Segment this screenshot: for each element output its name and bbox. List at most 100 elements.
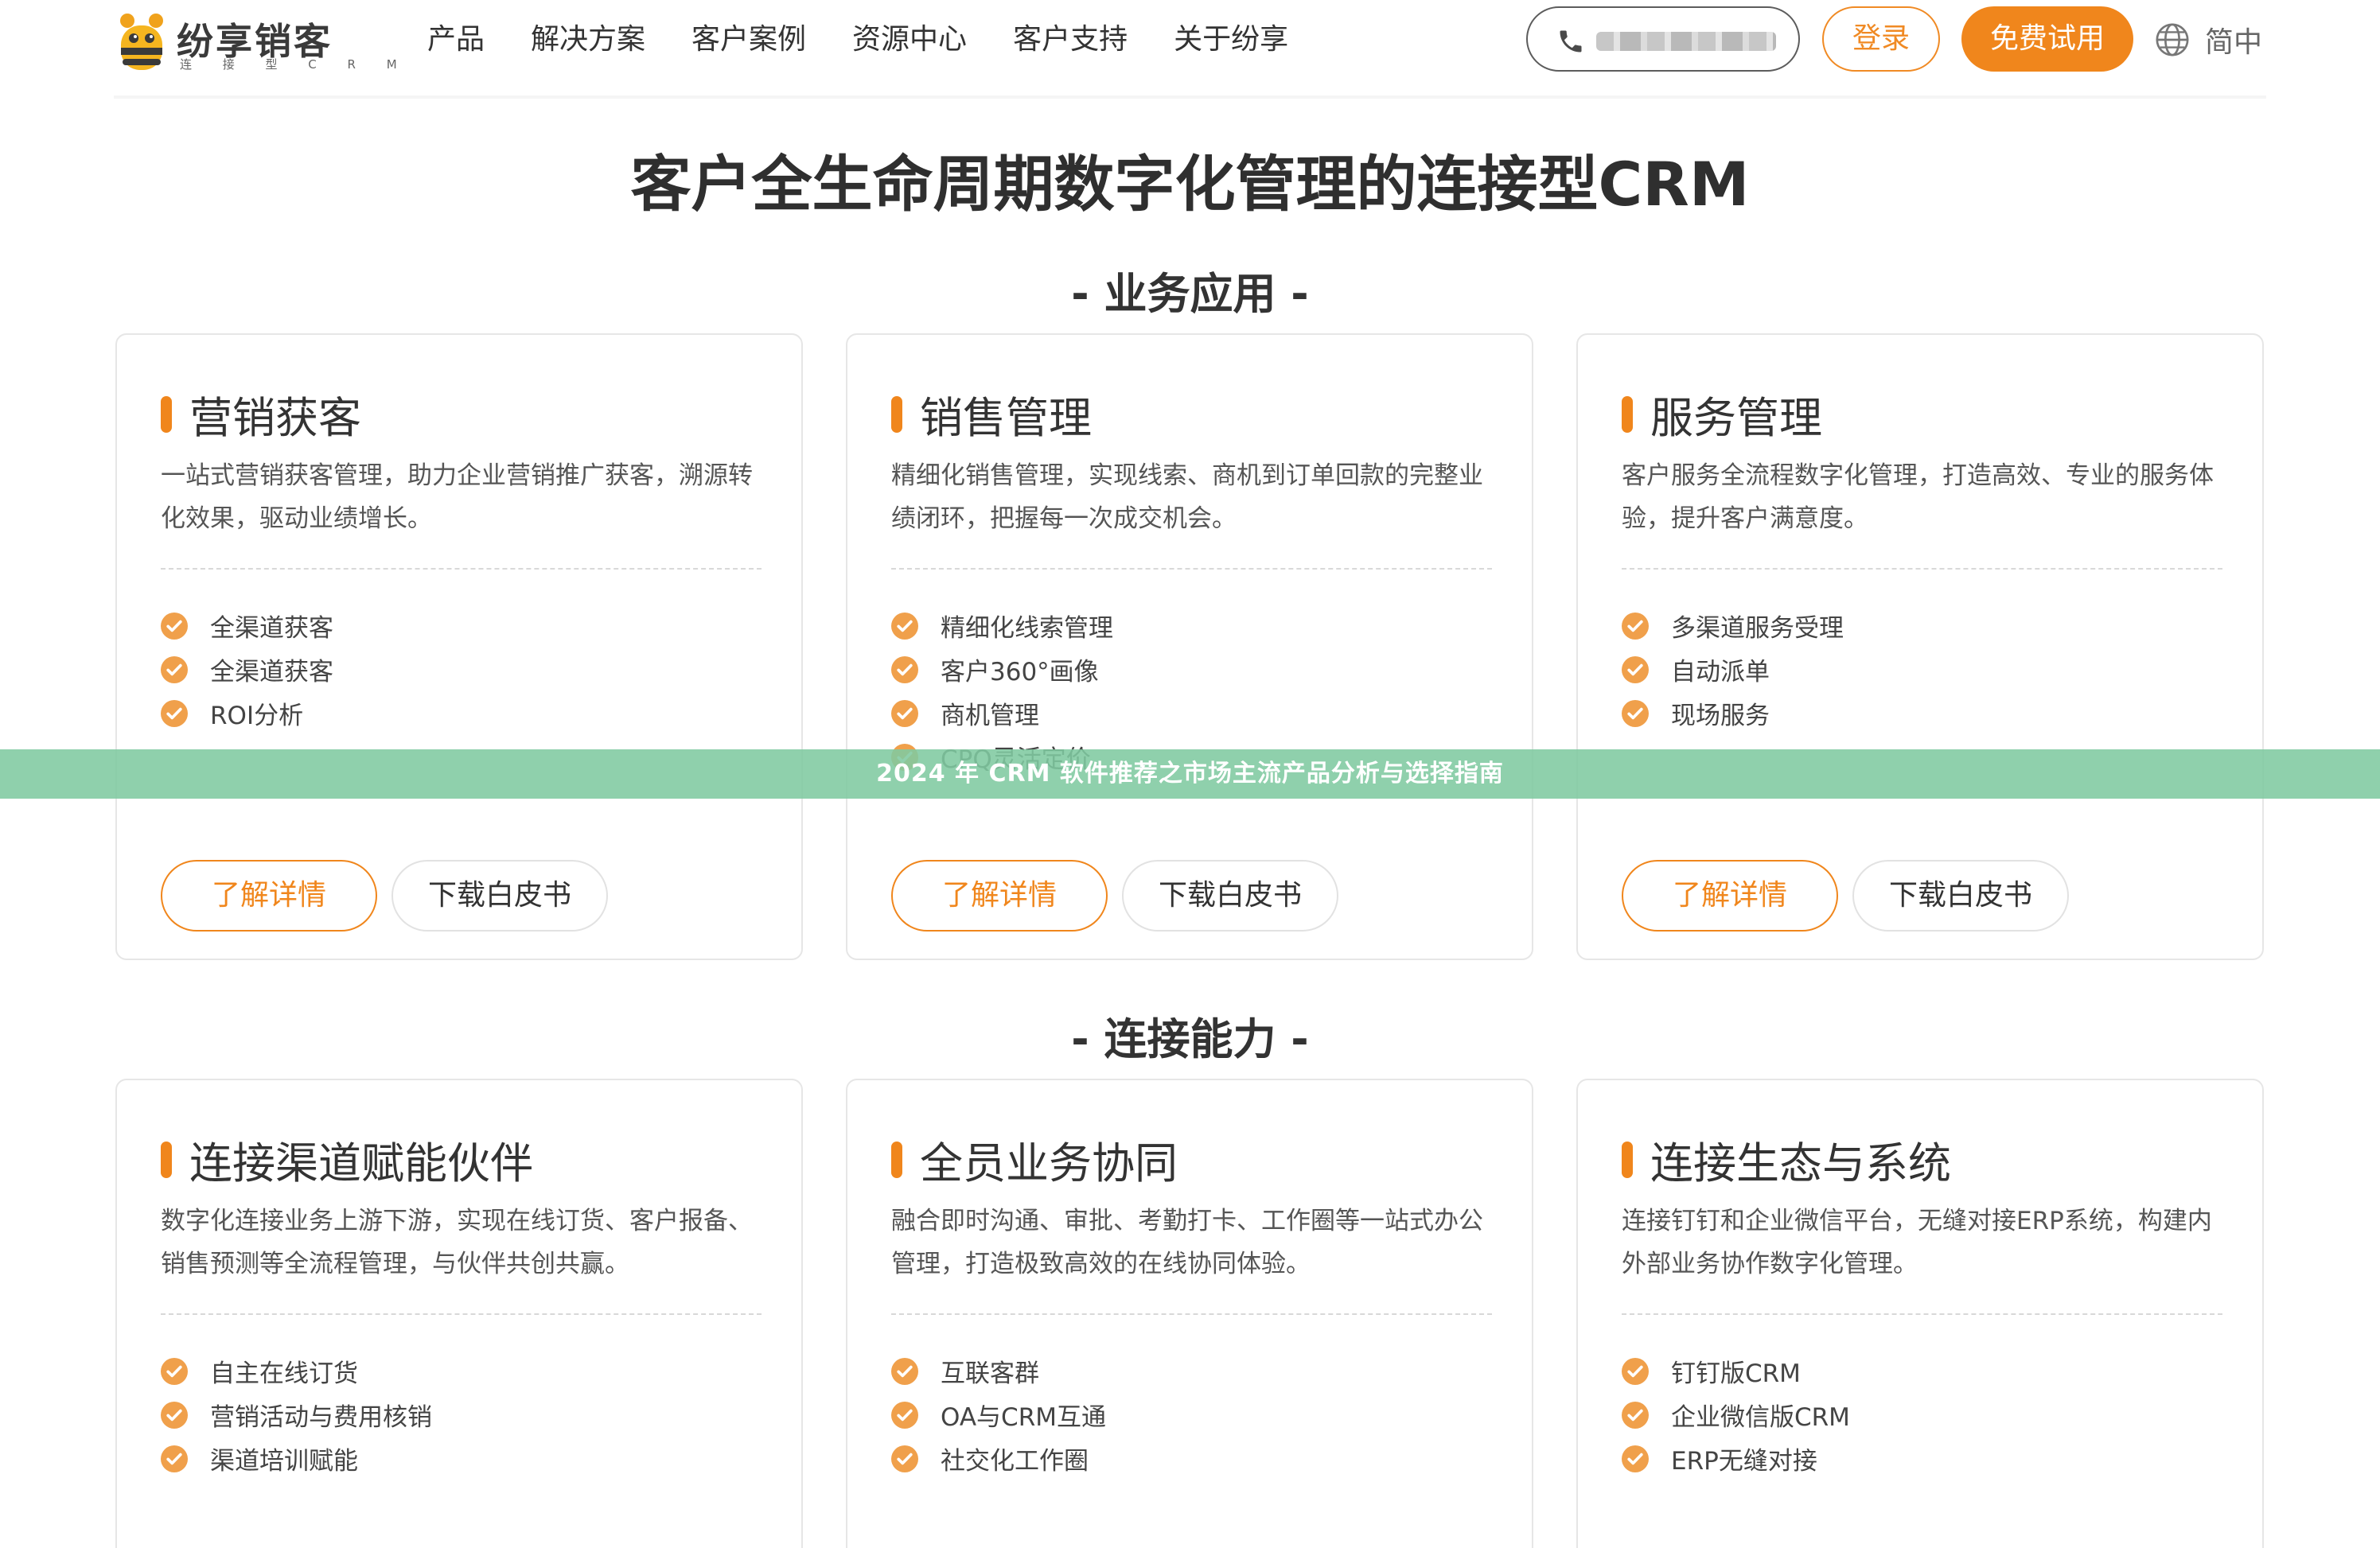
- check-icon: [161, 1445, 188, 1472]
- article-title-banner: 2024 年 CRM 软件推荐之市场主流产品分析与选择指南: [0, 749, 2380, 799]
- brand-logo[interactable]: 纷享销客 连 接 型 C R M: [111, 6, 397, 78]
- feature-item: 现场服务: [1622, 691, 1844, 735]
- feature-item: 营销活动与费用核销: [161, 1393, 432, 1437]
- feature-item: 全渠道获客: [161, 604, 333, 648]
- feature-label: ROI分析: [210, 702, 304, 730]
- feature-label: 自动派单: [1671, 658, 1770, 686]
- feature-item: 全渠道获客: [161, 648, 333, 691]
- learn-more-button[interactable]: 了解详情: [891, 860, 1108, 932]
- feature-item: 互联客群: [891, 1349, 1106, 1393]
- accent-bar: [1622, 395, 1633, 433]
- product-card: 营销获客 一站式营销获客管理，助力企业营销推广获客，溯源转化效果，驱动业绩增长。…: [115, 333, 803, 960]
- check-icon: [891, 1445, 918, 1472]
- phone-button[interactable]: [1526, 6, 1800, 72]
- feature-item: 自主在线订货: [161, 1349, 432, 1393]
- feature-label: 精细化线索管理: [941, 614, 1113, 643]
- check-icon: [1622, 1401, 1649, 1429]
- feature-label: 自主在线订货: [210, 1359, 358, 1388]
- check-icon: [891, 655, 918, 683]
- accent-bar: [891, 395, 902, 433]
- check-icon: [891, 1401, 918, 1429]
- accent-bar: [891, 1141, 902, 1178]
- card-description: 数字化连接业务上游下游，实现在线订货、客户报备、销售预测等全流程管理，与伙伴共创…: [161, 1207, 753, 1278]
- card-description: 一站式营销获客管理，助力企业营销推广获客，溯源转化效果，驱动业绩增长。: [161, 461, 753, 533]
- dashed-divider: [161, 1313, 762, 1315]
- bee-logo-icon: [120, 14, 163, 70]
- learn-more-button[interactable]: 了解详情: [1622, 860, 1838, 932]
- card-title: 全员业务协同: [920, 1138, 1178, 1188]
- site-header: 纷享销客 连 接 型 C R M 产品 解决方案 客户案例 资源中心 客户支持 …: [0, 0, 2380, 88]
- feature-item: ROI分析: [161, 691, 333, 735]
- card-header: 连接生态与系统: [1622, 1128, 1951, 1191]
- feature-label: ERP无缝对接: [1671, 1447, 1817, 1476]
- nav-item-about[interactable]: 关于纷享: [1174, 18, 1288, 62]
- feature-item: 渠道培训赋能: [161, 1437, 432, 1480]
- feature-label: 营销活动与费用核销: [210, 1403, 432, 1432]
- feature-list: 全渠道获客 全渠道获客 ROI分析: [161, 604, 333, 735]
- card-header: 销售管理: [891, 383, 1092, 445]
- check-icon: [1622, 1445, 1649, 1472]
- download-whitepaper-button[interactable]: 下载白皮书: [1122, 860, 1338, 932]
- card-description: 客户服务全流程数字化管理，打造高效、专业的服务体验，提升客户满意度。: [1622, 461, 2214, 533]
- feature-label: 互联客群: [941, 1359, 1039, 1388]
- card-description: 精细化销售管理，实现线索、商机到订单回款的完整业绩闭环，把握每一次成交机会。: [891, 461, 1483, 533]
- card-header: 全员业务协同: [891, 1128, 1178, 1191]
- section-title-connectivity: - 连接能力 -: [1071, 1014, 1309, 1064]
- language-label: 简中: [2205, 26, 2263, 59]
- product-card: 全员业务协同 融合即时沟通、审批、考勤打卡、工作圈等一站式办公管理，打造极致高效…: [846, 1079, 1533, 1548]
- accent-bar: [1622, 1141, 1633, 1178]
- accent-bar: [161, 395, 172, 433]
- check-icon: [1622, 1357, 1649, 1385]
- feature-item: 社交化工作圈: [891, 1437, 1106, 1480]
- nav-item-resources[interactable]: 资源中心: [852, 18, 967, 62]
- feature-label: 企业微信版CRM: [1671, 1403, 1850, 1432]
- main-nav: 产品 解决方案 客户案例 资源中心 客户支持 关于纷享: [427, 18, 1334, 62]
- nav-item-support[interactable]: 客户支持: [1013, 18, 1128, 62]
- feature-label: 全渠道获客: [210, 614, 333, 643]
- card-actions: 了解详情 下载白皮书: [891, 860, 1338, 932]
- card-header: 服务管理: [1622, 383, 1822, 445]
- globe-icon: [2156, 23, 2189, 56]
- section-title-business: - 业务应用 -: [1071, 269, 1309, 319]
- logo-subtitle: 连 接 型 C R M: [180, 57, 411, 72]
- feature-item: 企业微信版CRM: [1622, 1393, 1850, 1437]
- check-icon: [1622, 699, 1649, 727]
- login-button[interactable]: 登录: [1822, 6, 1940, 72]
- feature-item: OA与CRM互通: [891, 1393, 1106, 1437]
- feature-label: 全渠道获客: [210, 658, 333, 686]
- phone-icon: [1560, 30, 1582, 53]
- nav-item-cases[interactable]: 客户案例: [691, 18, 806, 62]
- check-icon: [1622, 655, 1649, 683]
- feature-item: 精细化线索管理: [891, 604, 1113, 648]
- download-whitepaper-button[interactable]: 下载白皮书: [1852, 860, 2069, 932]
- card-title: 服务管理: [1650, 393, 1822, 443]
- download-whitepaper-button[interactable]: 下载白皮书: [391, 860, 608, 932]
- feature-label: 现场服务: [1671, 702, 1770, 730]
- dashed-divider: [1622, 1313, 2222, 1315]
- phone-number-blurred: [1596, 32, 1776, 51]
- nav-item-solutions[interactable]: 解决方案: [531, 18, 645, 62]
- feature-item: 自动派单: [1622, 648, 1844, 691]
- product-card: 销售管理 精细化销售管理，实现线索、商机到订单回款的完整业绩闭环，把握每一次成交…: [846, 333, 1533, 960]
- feature-item: ERP无缝对接: [1622, 1437, 1850, 1480]
- feature-label: 钉钉版CRM: [1671, 1359, 1801, 1388]
- dashed-divider: [1622, 568, 2222, 570]
- card-title: 销售管理: [920, 393, 1092, 443]
- dashed-divider: [891, 568, 1492, 570]
- check-icon: [161, 1401, 188, 1429]
- nav-item-products[interactable]: 产品: [427, 18, 485, 62]
- free-trial-button[interactable]: 免费试用: [1961, 6, 2133, 72]
- check-icon: [891, 1357, 918, 1385]
- language-selector[interactable]: 简中: [2154, 18, 2262, 62]
- feature-list: 互联客群 OA与CRM互通 社交化工作圈: [891, 1349, 1106, 1480]
- feature-item: 钉钉版CRM: [1622, 1349, 1850, 1393]
- check-icon: [161, 699, 188, 727]
- learn-more-button[interactable]: 了解详情: [161, 860, 377, 932]
- feature-item: 客户360°画像: [891, 648, 1113, 691]
- check-icon: [891, 699, 918, 727]
- card-header: 营销获客: [161, 383, 361, 445]
- card-description: 连接钉钉和企业微信平台，无缝对接ERP系统，构建内外部业务协作数字化管理。: [1622, 1207, 2212, 1278]
- feature-label: 客户360°画像: [941, 658, 1099, 686]
- feature-list: 多渠道服务受理 自动派单 现场服务: [1622, 604, 1844, 735]
- feature-label: OA与CRM互通: [941, 1403, 1106, 1432]
